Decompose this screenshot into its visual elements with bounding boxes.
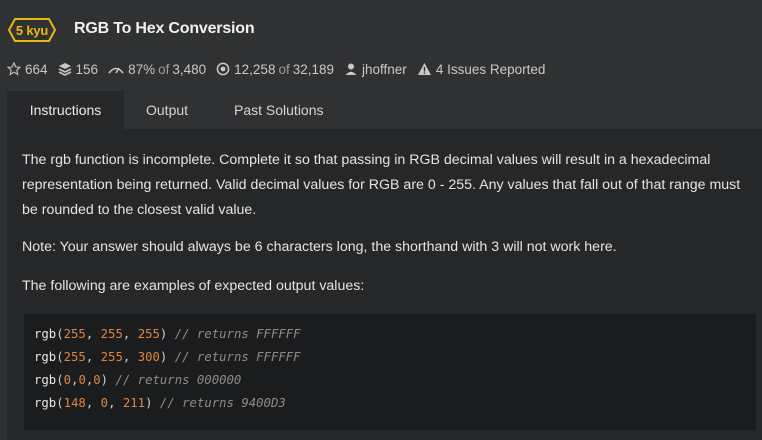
stars-count: 664 [25,61,48,77]
author-name[interactable]: jhoffner [362,62,407,77]
code-number: 255 [100,327,123,341]
code-paren: ( [56,350,64,364]
code-paren: ) [100,373,116,387]
code-function: rgb [34,396,57,410]
stack-icon [58,63,71,76]
kata-panel: Instructions Output Past Solutions The r… [7,91,762,440]
user-icon [345,63,357,75]
code-paren: ( [56,327,64,341]
target-icon [216,62,230,76]
code-block: rgb(255, 255, 255) // returns FFFFFF rgb(… [24,314,756,430]
note-paragraph: Note: Your answer should always be 6 cha… [22,239,617,255]
code-separator: , [85,350,101,364]
code-lines: rgb(255, 255, 255) // returns FFFFFF rgb(… [34,323,301,415]
collections-count: 156 [75,61,99,77]
author-stat[interactable]: jhoffner [344,62,407,77]
code-number: 255 [137,327,160,341]
code-separator: , [85,396,101,410]
code-number: 0 [100,396,109,410]
tab-output[interactable]: Output [146,91,188,129]
rank-label: 5 kyu [15,22,49,38]
tab-bar: Instructions Output Past Solutions [7,91,762,129]
code-line: rgb(255, 255, 255) // returns FFFFFF [34,323,301,346]
instructions-paragraph: The rgb function is incomplete. Complete… [22,152,741,218]
code-separator: , [85,327,101,341]
code-number: 148 [63,396,86,410]
kata-header: 5 kyu RGB To Hex Conversion [0,0,762,58]
code-number: 211 [122,396,146,410]
issues-count[interactable]: 4 Issues Reported [436,62,546,77]
issues-stat[interactable]: 4 Issues Reported [417,62,546,77]
tab-past-solutions[interactable]: Past Solutions [234,91,324,129]
code-line: rgb(0,0,0) // returns 000000 [34,369,301,392]
code-comment: // returns 9400D3 [159,396,286,410]
code-paren: ) [159,327,175,341]
kata-title: RGB To Hex Conversion [74,20,255,37]
code-number: 255 [100,350,123,364]
code-comment: // returns 000000 [115,373,242,387]
code-paren: ( [56,396,64,410]
star-icon [7,62,21,76]
satisfaction-stat: 87% of 3,480 [108,62,206,77]
code-paren: ) [145,396,160,410]
code-paren: ) [159,350,175,364]
thumbs-up-icon [108,67,124,74]
examples-intro: The following are examples of expected o… [22,278,365,294]
code-separator: , [108,396,123,410]
code-line: rgb(255, 255, 300) // returns FFFFFF [34,346,301,369]
code-separator: , [122,327,138,341]
satisfaction-of: of [158,61,170,77]
kata-stats: 664 156 87% of 3,480 12,258 of 32,189 jh… [7,60,555,78]
code-number: 255 [63,327,86,341]
stars-stat[interactable]: 664 [7,62,48,77]
code-function: rgb [34,350,57,364]
code-function: rgb [34,327,57,341]
completed-stat: 12,258 of 32,189 [216,62,334,77]
code-number: 255 [63,350,86,364]
code-comment: // returns FFFFFF [174,350,301,364]
code-number: 0 [78,373,86,387]
completed-of: of [278,61,290,77]
satisfaction-total: 3,480 [172,61,207,77]
code-comment: // returns FFFFFF [174,327,301,341]
code-number: 0 [93,373,101,387]
instructions-content: The rgb function is incomplete. Complete… [22,148,752,299]
warning-icon [417,63,431,75]
tab-instructions[interactable]: Instructions [7,91,124,129]
collections-stat[interactable]: 156 [58,61,99,77]
satisfaction-percent: 87% [128,61,156,77]
completed-total: 32,189 [292,61,335,77]
code-number: 0 [63,373,72,387]
code-line: rgb(148, 0, 211) // returns 9400D3 [34,392,301,415]
code-number: 300 [137,350,160,364]
code-separator: , [122,350,138,364]
code-paren: ( [56,373,64,387]
code-function: rgb [34,373,57,387]
rank-badge: 5 kyu [8,18,56,42]
completed-count: 12,258 [234,61,276,77]
